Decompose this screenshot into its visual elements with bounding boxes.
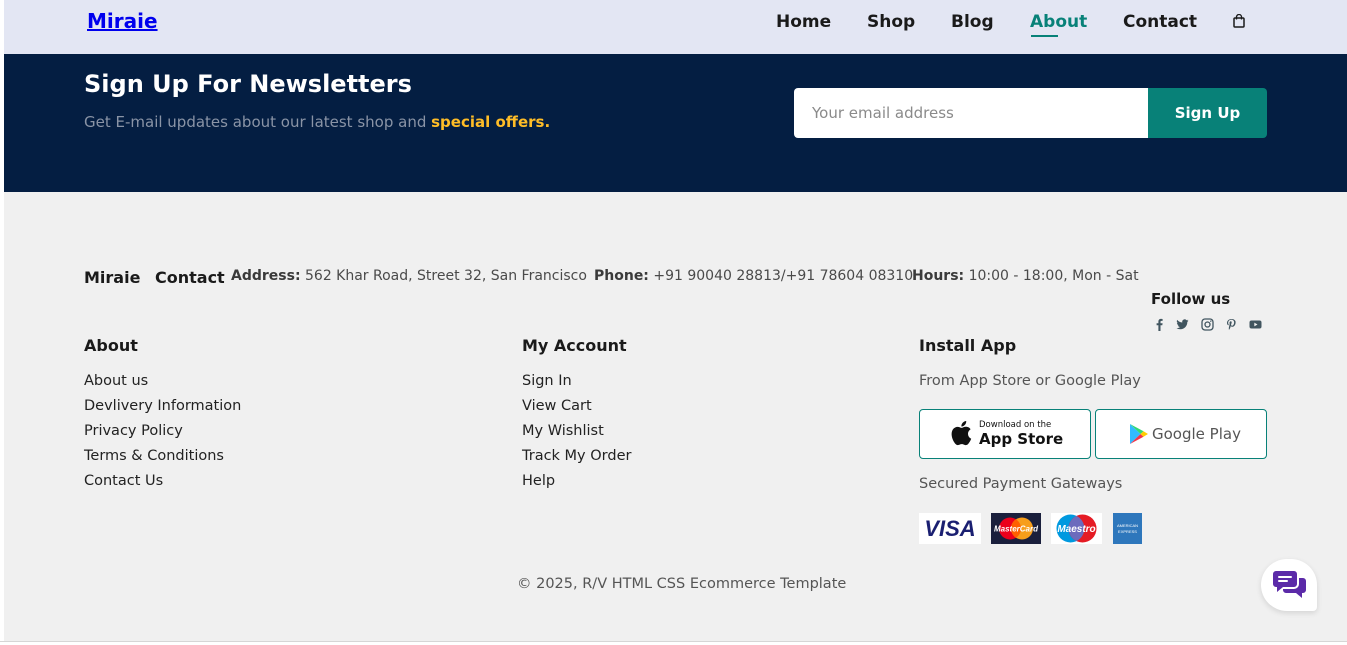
newsletter-email-input[interactable] [794, 88, 1149, 138]
about-link-contact[interactable]: Contact Us [84, 473, 163, 489]
hours-label: Hours: [912, 268, 965, 284]
site-header: Miraie Home Shop Blog About Contact [4, 0, 1347, 54]
contact-heading: Contact [155, 268, 225, 287]
install-app-subtitle: From App Store or Google Play [919, 373, 1141, 389]
shopping-bag-icon[interactable] [1233, 14, 1245, 28]
google-play-text: Google Play [1152, 425, 1241, 443]
instagram-icon[interactable] [1200, 318, 1214, 334]
newsletter-subtitle-text: Get E-mail updates about our latest shop… [84, 113, 427, 131]
about-link-terms[interactable]: Terms & Conditions [84, 448, 224, 464]
chat-button[interactable] [1261, 559, 1317, 611]
app-store-small-text: Download on the [979, 420, 1052, 430]
twitter-icon[interactable] [1175, 318, 1189, 334]
apple-icon [951, 421, 972, 446]
about-title: About [84, 336, 138, 355]
nav-contact[interactable]: Contact [1123, 12, 1197, 32]
address-label: Address: [231, 268, 301, 284]
nav-blog[interactable]: Blog [951, 12, 994, 32]
mastercard-logo: MasterCard [991, 513, 1041, 544]
hours-value: 10:00 - 18:00, Mon - Sat [968, 268, 1139, 284]
footer-brand: Miraie [84, 268, 141, 287]
phone-label: Phone: [594, 268, 649, 284]
youtube-icon[interactable] [1248, 318, 1262, 334]
follow-us-title: Follow us [1151, 290, 1231, 308]
google-play-button[interactable]: Google Play [1095, 409, 1267, 459]
newsletter-section: Sign Up For Newsletters Get E-mail updat… [4, 54, 1347, 192]
mastercard-circles: MasterCard [994, 517, 1039, 540]
chat-icon [1273, 571, 1306, 598]
address-value: 562 Khar Road, Street 32, San Francisco [305, 268, 587, 284]
newsletter-highlight: special offers. [431, 113, 551, 131]
facebook-icon[interactable] [1152, 318, 1166, 334]
nav-about[interactable]: About [1030, 12, 1087, 32]
account-title: My Account [522, 336, 627, 355]
nav-shop[interactable]: Shop [867, 12, 915, 32]
visa-logo: VISA [919, 513, 981, 544]
about-link-about-us[interactable]: About us [84, 373, 148, 389]
pinterest-icon[interactable] [1224, 318, 1238, 334]
google-play-icon [1130, 424, 1148, 444]
newsletter-subtitle: Get E-mail updates about our latest shop… [84, 113, 550, 131]
page-bottom-border [0, 641, 1347, 642]
page: Miraie Home Shop Blog About Contact Sign… [4, 0, 1347, 642]
app-store-big-text: App Store [979, 430, 1064, 448]
app-store-button[interactable]: Download on the App Store [919, 409, 1091, 459]
account-link-wishlist[interactable]: My Wishlist [522, 423, 604, 439]
account-link-track-order[interactable]: Track My Order [522, 448, 631, 464]
about-link-privacy[interactable]: Privacy Policy [84, 423, 183, 439]
newsletter-title: Sign Up For Newsletters [84, 70, 412, 98]
contact-address: Address: 562 Khar Road, Street 32, San F… [231, 268, 587, 284]
maestro-logo: Maestro [1051, 513, 1102, 544]
amex-logo: AMERICAN EXPRESS [1113, 513, 1142, 544]
copyright-text: © 2025, R/V HTML CSS Ecommerce Template [517, 576, 847, 592]
account-link-sign-in[interactable]: Sign In [522, 373, 572, 389]
newsletter-signup-button[interactable]: Sign Up [1148, 88, 1267, 138]
active-nav-underline [1031, 35, 1058, 37]
about-link-delivery[interactable]: Devlivery Information [84, 398, 241, 414]
payments-title: Secured Payment Gateways [919, 476, 1123, 492]
account-link-help[interactable]: Help [522, 473, 555, 489]
install-app-title: Install App [919, 336, 1017, 355]
mastercard-label: MasterCard [994, 525, 1039, 534]
contact-phone: Phone: +91 90040 28813/+91 78604 08310 [594, 268, 913, 284]
nav-home[interactable]: Home [776, 12, 831, 32]
phone-value: +91 90040 28813/+91 78604 08310 [653, 268, 914, 284]
account-link-view-cart[interactable]: View Cart [522, 398, 592, 414]
contact-hours: Hours: 10:00 - 18:00, Mon - Sat [912, 268, 1139, 284]
maestro-label: Maestro [1057, 524, 1095, 535]
main-nav: Home Shop Blog About Contact [4, 12, 1347, 36]
maestro-circles: Maestro [1056, 514, 1097, 543]
